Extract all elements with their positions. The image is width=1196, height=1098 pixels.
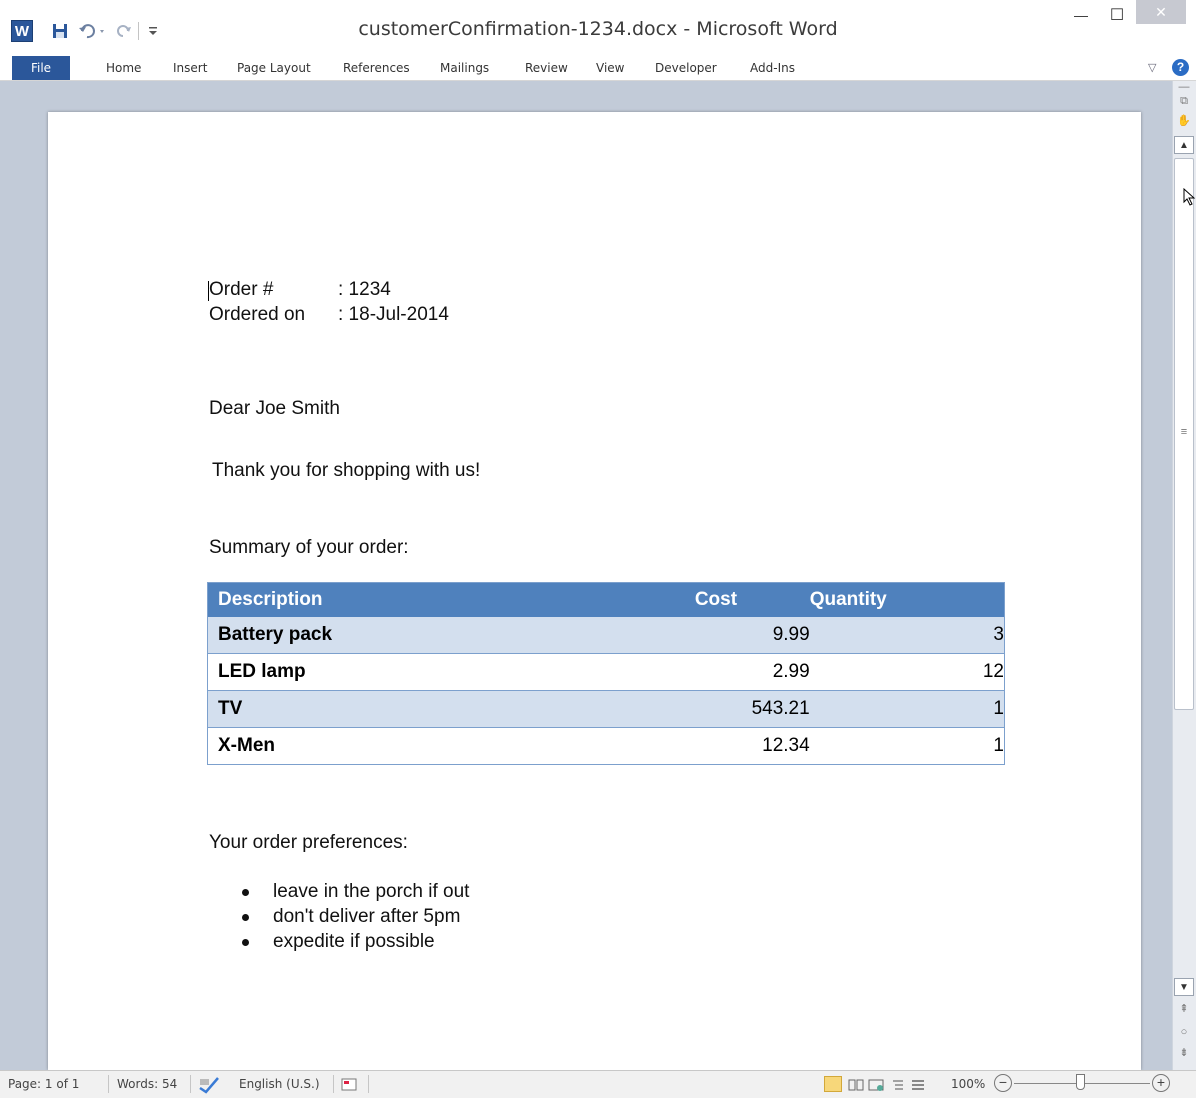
help-icon[interactable]: ? [1172,59,1189,76]
mouse-pointer-icon [1183,187,1196,211]
tab-file[interactable]: File [12,56,70,80]
next-page-icon[interactable]: ⇟ [1174,1046,1194,1059]
tab-view[interactable]: View [596,56,624,80]
thank-you-line: Thank you for shopping with us! [212,460,481,481]
status-divider [108,1075,109,1093]
cell-description: TV [207,690,685,728]
tab-developer[interactable]: Developer [655,56,717,80]
draft-view-icon[interactable] [910,1070,926,1098]
word-count[interactable]: Words: 54 [117,1070,177,1098]
zoom-slider-thumb[interactable] [1076,1074,1085,1090]
column-header-description: Description [207,582,685,617]
view-ruler-icon[interactable]: ⧉ [1174,95,1194,108]
preference-item: don't deliver after 5pm [273,906,461,927]
ordered-on-value: : 18-Jul-2014 [338,304,449,325]
page-count[interactable]: Page: 1 of 1 [8,1070,79,1098]
browse-object-icon[interactable]: ○ [1174,1026,1194,1038]
order-table: Description Cost Quantity Battery pack 9… [207,582,1005,765]
scroll-thumb-grip-icon: ≡ [1180,426,1188,438]
zoom-out-button[interactable]: − [994,1074,1012,1092]
language-indicator[interactable]: English (U.S.) [239,1070,320,1098]
cell-cost: 2.99 [684,653,810,691]
proofing-icon[interactable] [198,1070,220,1098]
tab-home[interactable]: Home [106,56,141,80]
column-header-quantity: Quantity [809,582,1005,617]
preference-item: expedite if possible [273,931,435,952]
tab-review[interactable]: Review [525,56,568,80]
previous-page-icon[interactable]: ⇞ [1174,1002,1194,1015]
window-title: customerConfirmation-1234.docx - Microso… [358,18,838,40]
cell-quantity: 3 [809,617,1005,654]
zoom-in-button[interactable]: + [1152,1074,1170,1092]
preferences-heading: Your order preferences: [209,832,408,853]
ordered-on-label: Ordered on [209,304,306,325]
zoom-level[interactable]: 100% [951,1070,985,1098]
tab-add-ins[interactable]: Add-Ins [750,56,795,80]
bullet-icon [242,889,249,896]
column-header-cost: Cost [684,582,810,617]
table-row: TV 543.21 1 [207,690,1005,728]
pan-hand-icon[interactable]: ✋ [1174,114,1194,127]
status-bar [0,1070,1196,1098]
status-divider [190,1075,191,1093]
web-layout-icon[interactable] [868,1070,884,1098]
summary-heading: Summary of your order: [209,537,409,558]
cell-cost: 12.34 [684,727,810,765]
minimize-button[interactable]: — [1064,0,1098,30]
table-row: LED lamp 2.99 12 [207,653,1005,691]
table-row: X-Men 12.34 1 [207,727,1005,765]
table-row: Battery pack 9.99 3 [207,617,1005,654]
greeting: Dear Joe Smith [209,398,340,419]
preference-item: leave in the porch if out [273,881,470,902]
cell-quantity: 12 [809,653,1005,691]
outline-view-icon[interactable] [890,1070,906,1098]
cell-quantity: 1 [809,727,1005,765]
cell-description: X-Men [207,727,685,765]
close-button[interactable]: ✕ [1136,0,1186,24]
macro-recording-icon[interactable] [341,1070,357,1098]
tab-references[interactable]: References [343,56,410,80]
tab-insert[interactable]: Insert [173,56,207,80]
scroll-down-button[interactable]: ▼ [1174,978,1194,996]
cell-description: Battery pack [207,617,685,654]
table-header-row: Description Cost Quantity [207,582,1005,617]
scroll-up-button[interactable]: ▲ [1174,136,1194,154]
full-screen-reading-icon[interactable] [848,1070,864,1098]
cell-cost: 543.21 [684,690,810,728]
maximize-button[interactable]: ☐ [1100,0,1134,30]
tab-mailings[interactable]: Mailings [440,56,489,80]
tab-page-layout[interactable]: Page Layout [237,56,311,80]
print-layout-view-icon[interactable] [824,1076,842,1092]
ribbon-collapse-icon[interactable]: ▽ [1148,56,1156,80]
bullet-icon [242,939,249,946]
order-number-value: : 1234 [338,279,391,300]
bullet-icon [242,914,249,921]
cell-cost: 9.99 [684,617,810,654]
cell-quantity: 1 [809,690,1005,728]
status-divider [333,1075,334,1093]
order-number-label: Order # [209,279,274,300]
ruler-toggle-icon[interactable]: — [1174,82,1194,93]
cell-description: LED lamp [207,653,685,691]
status-divider [368,1075,369,1093]
